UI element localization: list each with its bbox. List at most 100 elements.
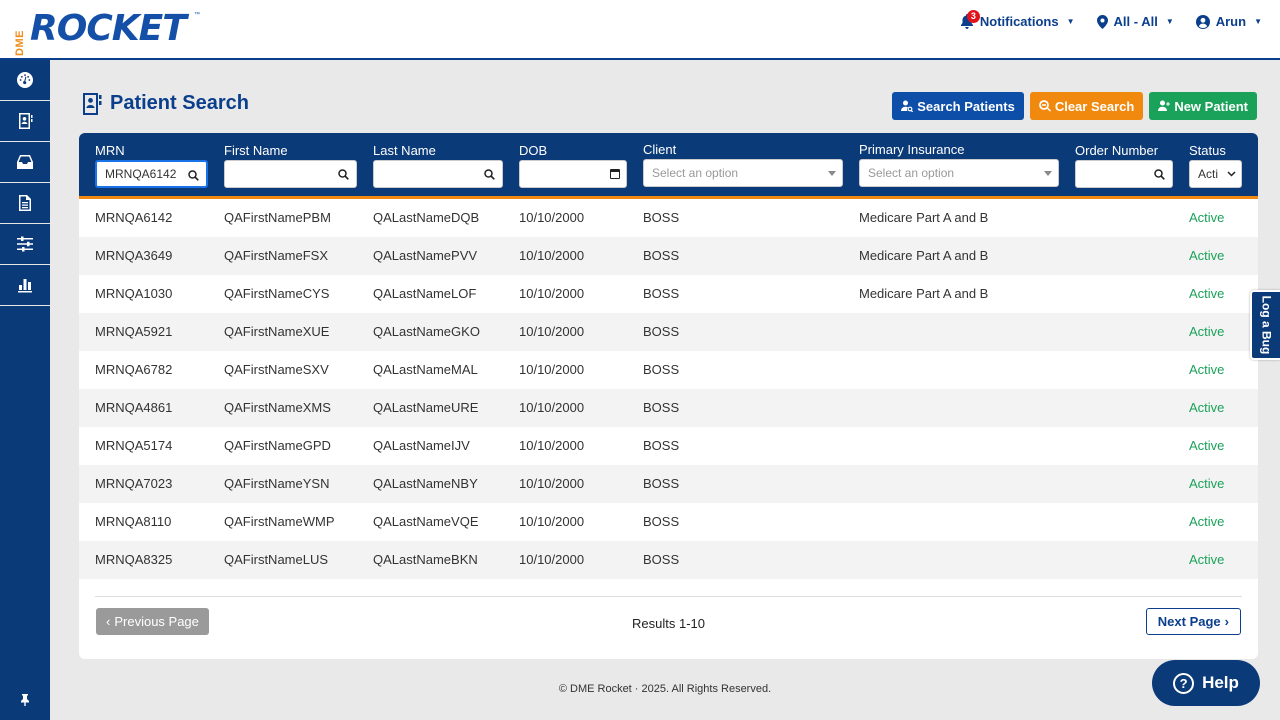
- table-row[interactable]: MRNQA8325 QAFirstNameLUS QALastNameBKN 10/1…: [79, 541, 1258, 579]
- insurance-cell: Medicare Part A and B: [859, 248, 989, 263]
- search-icon[interactable]: [1154, 169, 1165, 180]
- pagination-divider: [95, 596, 1242, 597]
- sidebar-item-documents[interactable]: [0, 183, 50, 224]
- last-name-input[interactable]: [373, 160, 503, 188]
- search-minus-icon: [1038, 100, 1051, 112]
- dob-cell: 10/10/2000: [519, 210, 585, 225]
- table-row[interactable]: MRNQA7023 QAFirstNameYSN QALastNameNBY 10/1…: [79, 465, 1258, 503]
- client-cell: BOSS: [643, 286, 680, 301]
- notifications-menu[interactable]: 3 Notifications ▼: [960, 10, 1075, 29]
- table-row[interactable]: MRNQA3649 QAFirstNameFSX QALastNamePVV 10/1…: [79, 237, 1258, 275]
- results-count: Results 1-10: [632, 616, 705, 631]
- sidebar-item-dashboard[interactable]: [0, 60, 50, 101]
- last-name-cell: QALastNamePVV: [373, 248, 478, 263]
- last-name-cell: QALastNameVQE: [373, 514, 479, 529]
- top-bar: DME ROCKET ™ 3 Notifications ▼ All - All…: [0, 0, 1280, 60]
- mrn-label: MRN: [95, 143, 125, 158]
- dob-cell: 10/10/2000: [519, 286, 585, 301]
- table-row[interactable]: MRNQA4861 QAFirstNameXMS QALastNameURE 10/1…: [79, 389, 1258, 427]
- copyright-footer: © DME Rocket · 2025. All Rights Reserved…: [558, 683, 772, 695]
- status-cell: Active: [1189, 324, 1225, 339]
- table-row[interactable]: MRNQA5921 QAFirstNameXUE QALastNameGKO 10/1…: [79, 313, 1258, 351]
- location-label: All - All: [1113, 14, 1158, 29]
- filter-bar: MRN MRNQA6142 First Name Last Name DOB C…: [79, 133, 1258, 199]
- last-name-cell: QALastNameNBY: [373, 476, 478, 491]
- client-select[interactable]: Select an option: [643, 159, 843, 187]
- table-row[interactable]: MRNQA1030 QAFirstNameCYS QALastNameLOF 10/1…: [79, 275, 1258, 313]
- last-name-cell: QALastNameMAL: [373, 362, 478, 377]
- sidebar-pin[interactable]: [0, 694, 50, 706]
- mrn-cell: MRNQA5921: [95, 324, 173, 339]
- search-patients-button[interactable]: Search Patients: [892, 92, 1024, 120]
- clear-search-button[interactable]: Clear Search: [1029, 92, 1144, 120]
- client-cell: BOSS: [643, 248, 680, 263]
- dob-input[interactable]: [519, 160, 627, 188]
- client-cell: BOSS: [643, 552, 680, 567]
- sidebar-item-settings[interactable]: [0, 224, 50, 265]
- dob-filter: DOB: [519, 143, 627, 188]
- user-plus-icon: [1158, 100, 1171, 111]
- page-title: Patient Search: [82, 92, 249, 115]
- client-label: Client: [643, 142, 677, 157]
- mrn-cell: MRNQA5174: [95, 438, 173, 453]
- user-menu[interactable]: Arun ▼: [1195, 14, 1262, 29]
- primary-insurance-placeholder: Select an option: [868, 166, 955, 180]
- last-name-label: Last Name: [373, 143, 436, 158]
- sidebar: [0, 60, 50, 720]
- client-filter: Client Select an option: [643, 142, 843, 187]
- calendar-icon[interactable]: [610, 169, 620, 179]
- first-name-cell: QAFirstNameFSX: [224, 248, 329, 263]
- sliders-icon: [17, 236, 33, 252]
- client-placeholder: Select an option: [652, 166, 739, 180]
- new-patient-button[interactable]: New Patient: [1149, 92, 1257, 120]
- status-filter: Status Acti: [1189, 143, 1242, 188]
- first-name-filter: First Name: [224, 143, 357, 188]
- dropdown-arrow-icon: [828, 171, 836, 176]
- table-row[interactable]: MRNQA6782 QAFirstNameSXV QALastNameMAL 10/1…: [79, 351, 1258, 389]
- status-cell: Active: [1189, 286, 1225, 301]
- mrn-cell: MRNQA8325: [95, 552, 173, 567]
- chevron-right-icon: ›: [1224, 614, 1229, 629]
- first-name-cell: QAFirstNamePBM: [224, 210, 331, 225]
- map-pin-icon: [1096, 14, 1108, 29]
- new-patient-label: New Patient: [1174, 98, 1248, 114]
- help-label: Help: [1202, 673, 1239, 692]
- mrn-filter: MRN MRNQA6142: [95, 143, 208, 188]
- table-row[interactable]: MRNQA5174 QAFirstNameGPD QALastNameIJV 10/1…: [79, 427, 1258, 465]
- last-name-cell: QALastNameGKO: [373, 324, 480, 339]
- sidebar-item-reports[interactable]: [0, 265, 50, 306]
- location-menu[interactable]: All - All ▼: [1096, 14, 1174, 29]
- client-cell: BOSS: [643, 362, 680, 377]
- status-select[interactable]: Acti: [1189, 160, 1242, 188]
- search-icon[interactable]: [338, 169, 349, 180]
- order-number-input[interactable]: [1075, 160, 1173, 188]
- sidebar-item-patients[interactable]: [0, 101, 50, 142]
- search-icon[interactable]: [188, 170, 199, 181]
- dob-cell: 10/10/2000: [519, 552, 585, 567]
- table-row[interactable]: MRNQA6142 QAFirstNamePBM QALastNameDQB 10/1…: [79, 199, 1258, 237]
- status-cell: Active: [1189, 476, 1225, 491]
- mrn-input[interactable]: MRNQA6142: [95, 160, 208, 188]
- patient-book-icon: [83, 92, 102, 115]
- primary-insurance-select[interactable]: Select an option: [859, 159, 1059, 187]
- dob-cell: 10/10/2000: [519, 476, 585, 491]
- last-name-cell: QALastNameLOF: [373, 286, 477, 301]
- first-name-cell: QAFirstNameYSN: [224, 476, 330, 491]
- status-cell: Active: [1189, 210, 1225, 225]
- help-button[interactable]: ? Help: [1152, 660, 1260, 706]
- next-page-button[interactable]: Next Page ›: [1145, 608, 1241, 635]
- mrn-cell: MRNQA4861: [95, 400, 173, 415]
- caret-down-icon: ▼: [1165, 17, 1174, 26]
- table-row[interactable]: MRNQA8110 QAFirstNameWMP QALastNameVQE 10/1…: [79, 503, 1258, 541]
- search-icon[interactable]: [484, 169, 495, 180]
- log-a-bug-tab[interactable]: Log a Bug: [1250, 290, 1280, 360]
- dob-cell: 10/10/2000: [519, 324, 585, 339]
- logo-trademark: ™: [194, 12, 200, 18]
- logo-rocket-text: ROCKET: [30, 8, 187, 49]
- first-name-input[interactable]: [224, 160, 357, 188]
- first-name-cell: QAFirstNameWMP: [224, 514, 335, 529]
- sidebar-item-inbox[interactable]: [0, 142, 50, 183]
- last-name-filter: Last Name: [373, 143, 503, 188]
- status-cell: Active: [1189, 362, 1225, 377]
- document-icon: [19, 195, 31, 211]
